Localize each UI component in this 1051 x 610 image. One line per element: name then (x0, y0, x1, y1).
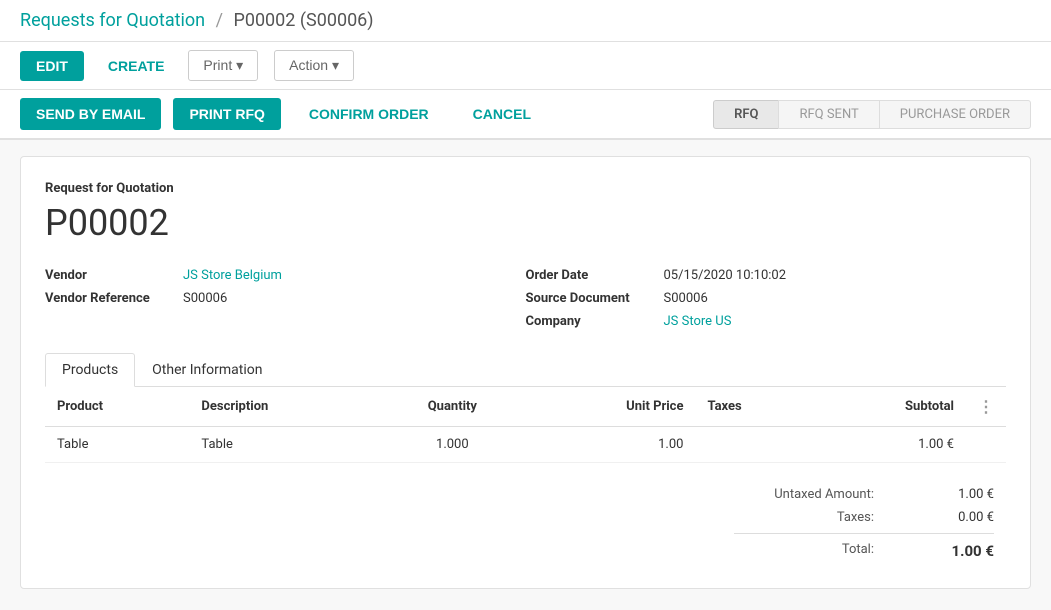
vendor-ref-row: Vendor Reference S00006 (45, 291, 526, 306)
tab-other-information[interactable]: Other Information (135, 353, 279, 387)
company-label: Company (526, 314, 656, 329)
cell-description: Table (189, 427, 376, 463)
print-rfq-button[interactable]: PRINT RFQ (173, 98, 280, 130)
col-settings: ⋮ (966, 387, 1006, 427)
chevron-down-icon: ▾ (236, 57, 243, 73)
status-rfq: RFQ (713, 100, 778, 129)
action-bar: EDIT CREATE Print ▾ Action ▾ (0, 42, 1051, 90)
chevron-down-icon: ▾ (332, 57, 339, 73)
company-value[interactable]: JS Store US (664, 314, 732, 329)
totals-section: Untaxed Amount: 1.00 € Taxes: 0.00 € Tot… (45, 483, 1006, 564)
cell-subtotal: 1.00 € (816, 427, 966, 463)
col-subtotal: Subtotal (816, 387, 966, 427)
vendor-value[interactable]: JS Store Belgium (183, 268, 282, 283)
grand-total-row: Total: 1.00 € (734, 533, 994, 564)
products-table: Product Description Quantity Unit Price … (45, 387, 1006, 463)
source-doc-label: Source Document (526, 291, 656, 306)
toolbar: SEND BY EMAIL PRINT RFQ CONFIRM ORDER CA… (0, 90, 1051, 140)
form-grid: Vendor JS Store Belgium Vendor Reference… (45, 268, 1006, 329)
col-taxes: Taxes (695, 387, 815, 427)
action-button[interactable]: Action ▾ (274, 50, 354, 81)
source-doc-row: Source Document S00006 (526, 291, 1007, 306)
vendor-row: Vendor JS Store Belgium (45, 268, 526, 283)
breadcrumb-separator: / (216, 10, 223, 31)
order-date-value: 05/15/2020 10:10:02 (664, 268, 787, 283)
cell-unit-price: 1.00 (528, 427, 696, 463)
form-right: Order Date 05/15/2020 10:10:02 Source Do… (526, 268, 1007, 329)
edit-button[interactable]: EDIT (20, 51, 84, 81)
taxes-label: Taxes: (734, 510, 874, 525)
source-doc-value: S00006 (664, 291, 708, 306)
table-settings-icon[interactable]: ⋮ (978, 397, 994, 416)
taxes-value: 0.00 € (914, 510, 994, 525)
tabs: Products Other Information (45, 353, 1006, 387)
untaxed-label: Untaxed Amount: (734, 487, 874, 502)
status-purchase-order: PURCHASE ORDER (879, 100, 1031, 129)
vendor-label: Vendor (45, 268, 175, 283)
total-value: 1.00 € (914, 542, 994, 560)
breadcrumb-current: P00002 (S00006) (233, 10, 373, 31)
company-row: Company JS Store US (526, 314, 1007, 329)
cell-product: Table (45, 427, 189, 463)
cell-settings (966, 427, 1006, 463)
cell-taxes (695, 427, 815, 463)
rfq-number: P00002 (45, 202, 1006, 244)
taxes-row: Taxes: 0.00 € (734, 506, 994, 529)
form-left: Vendor JS Store Belgium Vendor Reference… (45, 268, 526, 329)
table-row: Table Table 1.000 1.00 1.00 € (45, 427, 1006, 463)
rfq-label: Request for Quotation (45, 181, 1006, 196)
status-bar: RFQ RFQ SENT PURCHASE ORDER (713, 100, 1031, 129)
confirm-order-button[interactable]: CONFIRM ORDER (293, 98, 445, 130)
col-quantity: Quantity (377, 387, 528, 427)
print-button[interactable]: Print ▾ (188, 50, 258, 81)
col-product: Product (45, 387, 189, 427)
top-bar: Requests for Quotation / P00002 (S00006) (0, 0, 1051, 42)
untaxed-value: 1.00 € (914, 487, 994, 502)
breadcrumb: Requests for Quotation / P00002 (S00006) (20, 10, 374, 31)
breadcrumb-parent[interactable]: Requests for Quotation (20, 10, 205, 31)
col-unit-price: Unit Price (528, 387, 696, 427)
status-rfq-sent: RFQ SENT (778, 100, 878, 129)
tab-products[interactable]: Products (45, 353, 135, 387)
cancel-button[interactable]: CANCEL (457, 98, 547, 130)
order-date-row: Order Date 05/15/2020 10:10:02 (526, 268, 1007, 283)
send-email-button[interactable]: SEND BY EMAIL (20, 98, 161, 130)
create-button[interactable]: CREATE (92, 51, 181, 81)
cell-quantity: 1.000 (377, 427, 528, 463)
main-content: Request for Quotation P00002 Vendor JS S… (20, 156, 1031, 589)
table-header-row: Product Description Quantity Unit Price … (45, 387, 1006, 427)
top-right-buttons: Print ▾ Action ▾ (188, 50, 354, 81)
total-label: Total: (734, 542, 874, 560)
untaxed-amount-row: Untaxed Amount: 1.00 € (734, 483, 994, 506)
vendor-ref-value: S00006 (183, 291, 227, 306)
col-description: Description (189, 387, 376, 427)
order-date-label: Order Date (526, 268, 656, 283)
vendor-ref-label: Vendor Reference (45, 291, 175, 306)
